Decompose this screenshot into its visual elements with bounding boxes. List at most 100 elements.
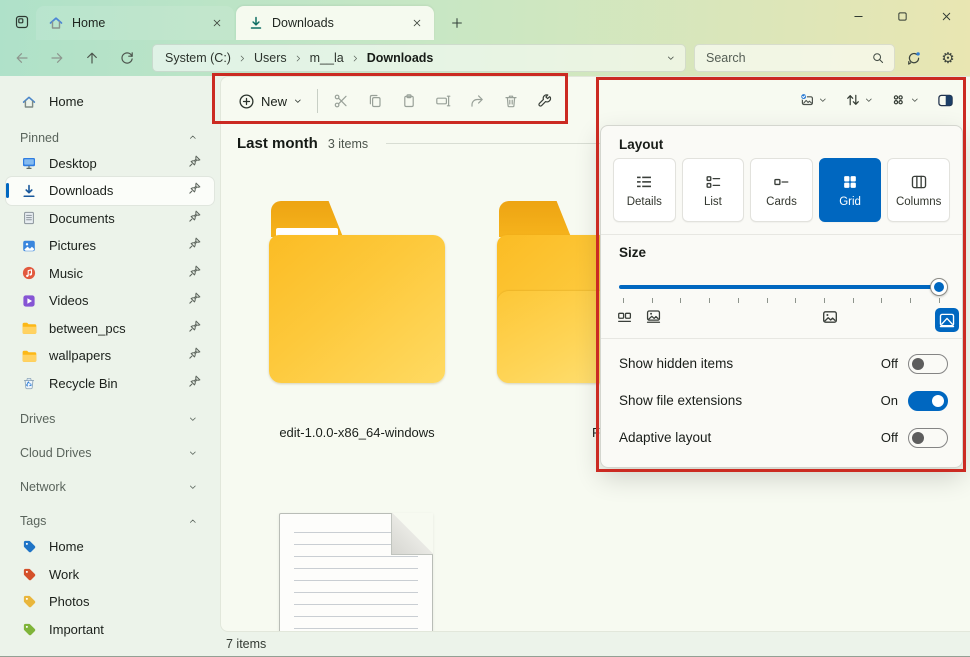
sidebar-item-home[interactable]: Home — [6, 88, 214, 116]
search-icon — [871, 51, 885, 65]
layout-option-list[interactable]: List — [682, 158, 745, 222]
sort-button[interactable] — [842, 90, 878, 110]
pin-icon[interactable] — [188, 154, 202, 173]
music-icon — [20, 265, 38, 281]
settings-gear-button[interactable]: ⚙ — [936, 46, 960, 70]
sidebar-item-important[interactable]: Important — [6, 616, 214, 644]
size-small-button[interactable] — [617, 308, 634, 325]
delete-button[interactable] — [495, 85, 527, 117]
chevron-down-icon — [864, 95, 875, 106]
back-button[interactable] — [10, 46, 34, 70]
toggle-row-adaptive-layout: Adaptive layout Off — [619, 419, 948, 456]
search-box[interactable] — [694, 44, 895, 72]
breadcrumb-segment[interactable]: System (C:) — [165, 51, 231, 65]
pin-icon[interactable] — [188, 236, 202, 255]
search-input[interactable] — [706, 51, 871, 65]
sidebar-item-pictures[interactable]: Pictures — [6, 232, 214, 260]
cut-icon — [333, 93, 349, 109]
sidebar-item-videos[interactable]: Videos — [6, 287, 214, 315]
sidebar-section-cloud-drives[interactable]: Cloud Drives — [6, 441, 214, 465]
chevron-right-icon — [351, 54, 360, 63]
sidebar-section-network[interactable]: Network — [6, 475, 214, 499]
tab-close-button[interactable] — [408, 14, 426, 32]
new-button[interactable]: New — [229, 84, 313, 118]
layout-option-cards[interactable]: Cards — [750, 158, 813, 222]
layout-option-columns[interactable]: Columns — [887, 158, 950, 222]
forward-button[interactable] — [45, 46, 69, 70]
chevron-down-icon — [293, 96, 304, 107]
sidebar-item-work[interactable]: Work — [6, 561, 214, 589]
pin-icon[interactable] — [188, 291, 202, 310]
downloads-icon — [20, 183, 38, 199]
sidebar-item-photos[interactable]: Photos — [6, 588, 214, 616]
slider-tick — [767, 298, 768, 303]
tab-layout-button[interactable] — [9, 9, 35, 35]
toggle-switch-show-hidden-items[interactable] — [908, 354, 948, 374]
toggle-row-show-hidden-items: Show hidden items Off — [619, 345, 948, 382]
paste-button[interactable] — [393, 85, 425, 117]
layout-option-grid[interactable]: Grid — [819, 158, 882, 222]
tab-downloads[interactable]: Downloads — [236, 6, 434, 40]
size-medium-button[interactable] — [645, 308, 662, 325]
sidebar-item-wallpapers[interactable]: wallpapers — [6, 342, 214, 370]
assistant-icon — [906, 50, 922, 66]
toggle-state-label: Off — [881, 356, 898, 371]
breadcrumb-segment[interactable]: Downloads — [367, 51, 434, 65]
sidebar-item-desktop[interactable]: Desktop — [6, 150, 214, 178]
sidebar-section-tags[interactable]: Tags — [6, 509, 214, 533]
size-slider[interactable] — [619, 278, 944, 296]
slider-thumb[interactable] — [930, 278, 948, 296]
assistant-button[interactable] — [902, 46, 926, 70]
tab-home[interactable]: Home — [36, 6, 234, 40]
minimize-button[interactable] — [836, 0, 880, 32]
size-xl-button[interactable] — [935, 308, 959, 332]
pin-icon[interactable] — [188, 209, 202, 228]
view-button[interactable] — [888, 90, 924, 110]
toggle-switch-show-file-extensions[interactable] — [908, 391, 948, 411]
select-button[interactable] — [796, 90, 832, 110]
address-bar[interactable]: System (C:) Users m__la Downloads — [152, 44, 686, 72]
pin-icon[interactable] — [188, 319, 202, 338]
cut-button[interactable] — [325, 85, 357, 117]
pin-icon[interactable] — [188, 374, 202, 393]
layout-option-group: Details List Cards Grid Columns — [613, 158, 950, 222]
size-large-button[interactable] — [821, 308, 839, 326]
tab-close-button[interactable] — [208, 14, 226, 32]
pin-icon[interactable] — [188, 346, 202, 365]
breadcrumb-segment[interactable]: m__la — [310, 51, 344, 65]
pin-icon[interactable] — [188, 181, 202, 200]
slider-tick — [738, 298, 739, 303]
toggle-row-show-file-extensions: Show file extensions On — [619, 382, 948, 419]
file-folder-edit[interactable] — [269, 201, 445, 383]
sidebar-item-downloads[interactable]: Downloads — [6, 177, 214, 205]
file-document[interactable] — [279, 513, 433, 632]
sidebar-section-pinned[interactable]: Pinned — [6, 126, 214, 150]
new-tab-button[interactable] — [446, 12, 468, 34]
share-button[interactable] — [461, 85, 493, 117]
up-button[interactable] — [80, 46, 104, 70]
sidebar-item-recycle-bin[interactable]: Recycle Bin — [6, 370, 214, 398]
copy-button[interactable] — [359, 85, 391, 117]
rename-button[interactable] — [427, 85, 459, 117]
toggle-switch-adaptive-layout[interactable] — [908, 428, 948, 448]
refresh-icon — [119, 50, 135, 66]
window-close-button[interactable] — [924, 0, 968, 32]
refresh-button[interactable] — [115, 46, 139, 70]
sidebar-section-drives[interactable]: Drives — [6, 407, 214, 431]
breadcrumb-segment[interactable]: Users — [254, 51, 287, 65]
sidebar-item-documents[interactable]: Documents — [6, 205, 214, 233]
tabs-icon — [14, 14, 30, 30]
sidebar-item-home[interactable]: Home — [6, 533, 214, 561]
properties-button[interactable] — [529, 85, 561, 117]
preview-pane-button[interactable] — [934, 90, 957, 111]
delete-icon — [503, 93, 519, 109]
address-dropdown-chevron[interactable] — [666, 53, 677, 64]
file-name-label[interactable]: edit-1.0.0-x86_64-windows — [221, 425, 493, 440]
sidebar-item-music[interactable]: Music — [6, 260, 214, 288]
pin-icon[interactable] — [188, 264, 202, 283]
maximize-button[interactable] — [880, 0, 924, 32]
layout-option-details[interactable]: Details — [613, 158, 676, 222]
maximize-icon — [896, 10, 909, 23]
size-small-icon — [617, 308, 634, 325]
sidebar-item-between-pcs[interactable]: between_pcs — [6, 315, 214, 343]
